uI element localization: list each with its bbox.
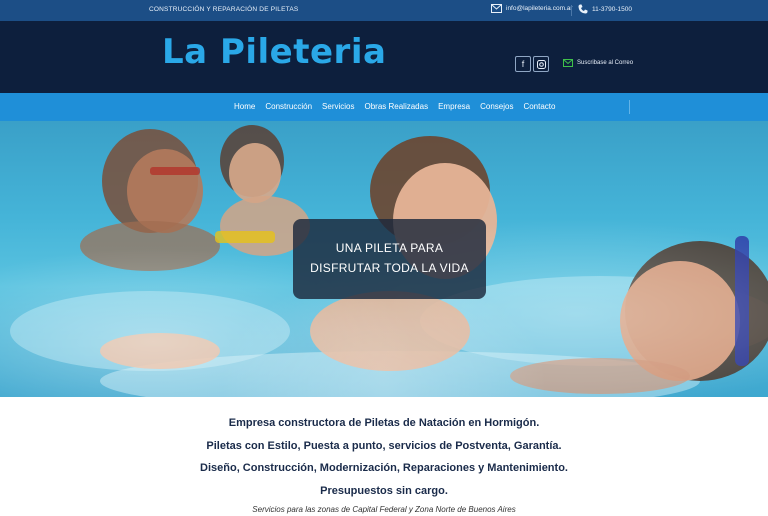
intro-section: Empresa constructora de Piletas de Natac… [0, 397, 768, 516]
service-area-note: Servicios para las zonas de Capital Fede… [252, 505, 516, 514]
site-header: La Pileteria f Suscribase al Correo [0, 21, 768, 93]
site-logo[interactable]: La Pileteria [162, 35, 386, 69]
envelope-icon [563, 59, 573, 67]
main-nav: Home Construcción Servicios Obras Realiz… [0, 93, 768, 121]
email-link[interactable]: info@lapileteria.com.ar [491, 4, 573, 13]
subscribe-link[interactable]: Suscribase al Correo [563, 59, 633, 67]
nav-item-consejos[interactable]: Consejos [480, 102, 513, 111]
divider [571, 5, 572, 16]
nav-item-servicios[interactable]: Servicios [322, 102, 354, 111]
nav-item-contacto[interactable]: Contacto [523, 102, 555, 111]
hero-caption-box: UNA PILETA PARA DISFRUTAR TODA LA VIDA [293, 219, 486, 299]
envelope-icon [491, 4, 502, 13]
nav-item-empresa[interactable]: Empresa [438, 102, 470, 111]
subscribe-label: Suscribase al Correo [577, 60, 634, 66]
intro-line-4: Presupuestos sin cargo. [320, 485, 448, 497]
instagram-icon[interactable] [533, 56, 549, 72]
intro-line-2: Piletas con Estilo, Puesta a punto, serv… [206, 440, 562, 452]
nav-divider [629, 100, 630, 114]
top-bar: CONSTRUCCIÓN Y REPARACIÓN DE PILETAS inf… [0, 0, 768, 21]
intro-line-1: Empresa constructora de Piletas de Natac… [228, 417, 540, 429]
phone-text: 11-3790-1500 [592, 5, 632, 13]
hero-title-line2: DISFRUTAR TODA LA VIDA [310, 261, 469, 275]
facebook-icon[interactable]: f [515, 56, 531, 72]
phone-link[interactable]: 11-3790-1500 [578, 4, 632, 14]
email-text: info@lapileteria.com.ar [506, 5, 573, 12]
hero-banner: UNA PILETA PARA DISFRUTAR TODA LA VIDA [0, 121, 768, 397]
nav-item-home[interactable]: Home [234, 102, 255, 111]
intro-line-3: Diseño, Construcción, Modernización, Rep… [200, 462, 568, 474]
hero-title-line1: UNA PILETA PARA [335, 241, 444, 255]
phone-icon [578, 4, 588, 14]
nav-item-construccion[interactable]: Construcción [265, 102, 312, 111]
tagline: CONSTRUCCIÓN Y REPARACIÓN DE PILETAS [149, 6, 299, 13]
nav-item-obras[interactable]: Obras Realizadas [364, 102, 428, 111]
